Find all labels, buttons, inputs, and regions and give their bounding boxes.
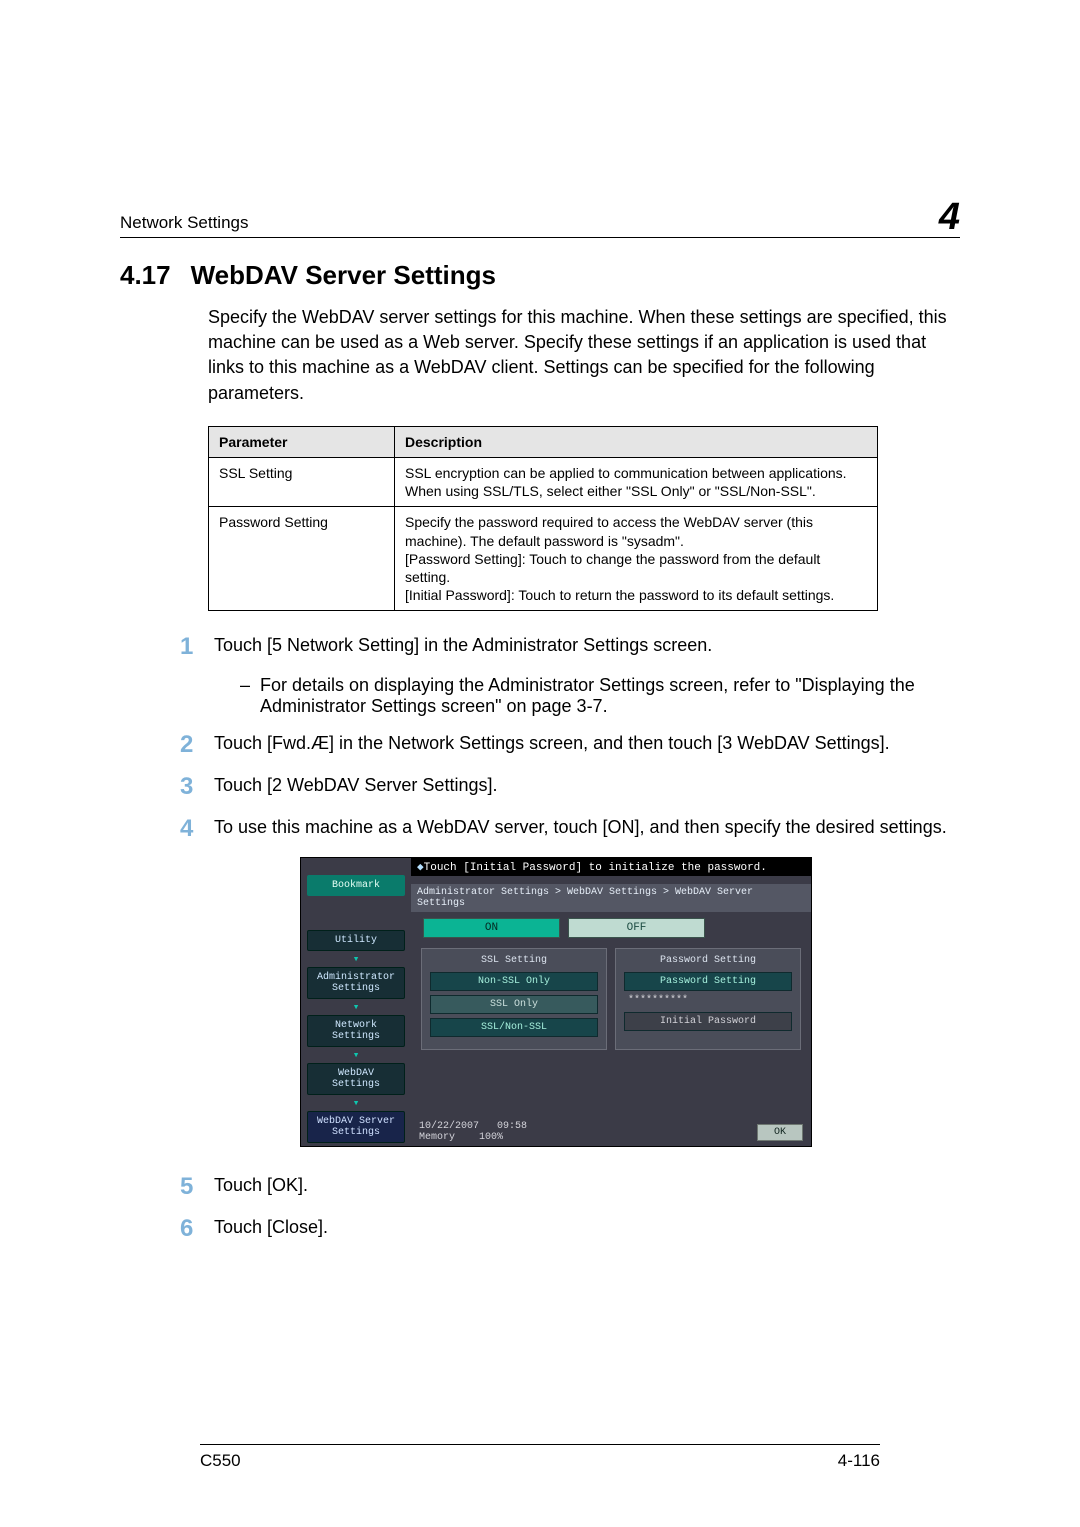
table-row: Password Setting Specify the password re… bbox=[209, 507, 878, 611]
ok-button[interactable]: OK bbox=[757, 1124, 803, 1141]
panel-sidebar: Bookmark Utility ▾ Administrator Setting… bbox=[301, 858, 411, 1146]
footer-page-number: 4-116 bbox=[838, 1451, 880, 1471]
step-text: Touch [Fwd.Æ] in the Network Settings sc… bbox=[214, 731, 890, 756]
initial-password-button[interactable]: Initial Password bbox=[624, 1012, 792, 1031]
step-number: 5 bbox=[180, 1173, 214, 1201]
on-button[interactable]: ON bbox=[423, 918, 560, 938]
step-3: 3 Touch [2 WebDAV Server Settings]. bbox=[180, 773, 960, 801]
running-header: Network Settings 4 bbox=[120, 190, 960, 238]
step-text: Touch [2 WebDAV Server Settings]. bbox=[214, 773, 497, 798]
ssl-group-title: SSL Setting bbox=[430, 955, 598, 966]
section-title: WebDAV Server Settings bbox=[191, 260, 496, 291]
sidebar-item-administrator-settings[interactable]: Administrator Settings bbox=[307, 967, 405, 999]
chevron-down-icon: ▾ bbox=[301, 1096, 411, 1110]
footer-model: C550 bbox=[200, 1451, 241, 1471]
step-text: Touch [5 Network Setting] in the Adminis… bbox=[214, 633, 712, 658]
param-description: SSL encryption can be applied to communi… bbox=[395, 457, 878, 506]
page-footer: C550 4-116 bbox=[200, 1444, 880, 1471]
sidebar-item-webdav-server-settings[interactable]: WebDAV Server Settings bbox=[307, 1111, 405, 1143]
password-masked-value: ********** bbox=[628, 995, 792, 1006]
ssl-option-non-ssl-only[interactable]: Non-SSL Only bbox=[430, 972, 598, 991]
step-number: 4 bbox=[180, 815, 214, 843]
parameter-table: Parameter Description SSL Setting SSL en… bbox=[208, 426, 878, 612]
off-button[interactable]: OFF bbox=[568, 918, 705, 938]
substep-text: For details on displaying the Administra… bbox=[260, 675, 960, 717]
step-text: To use this machine as a WebDAV server, … bbox=[214, 815, 947, 840]
password-setting-group: Password Setting Password Setting ******… bbox=[615, 948, 801, 1050]
chevron-down-icon: ▾ bbox=[301, 952, 411, 966]
intro-paragraph: Specify the WebDAV server settings for t… bbox=[208, 305, 960, 406]
control-panel: Bookmark Utility ▾ Administrator Setting… bbox=[300, 857, 812, 1147]
sidebar-item-webdav-settings[interactable]: WebDAV Settings bbox=[307, 1063, 405, 1095]
password-group-title: Password Setting bbox=[624, 955, 792, 966]
chevron-down-icon: ▾ bbox=[301, 1000, 411, 1014]
step-6: 6 Touch [Close]. bbox=[180, 1215, 960, 1243]
step-4: 4 To use this machine as a WebDAV server… bbox=[180, 815, 960, 843]
step-text: Touch [OK]. bbox=[214, 1173, 308, 1198]
header-section-name: Network Settings bbox=[120, 213, 249, 233]
step-2: 2 Touch [Fwd.Æ] in the Network Settings … bbox=[180, 731, 960, 759]
dash-icon: – bbox=[240, 675, 260, 696]
panel-hint-text: Touch [Initial Password] to initialize t… bbox=[424, 862, 767, 874]
step-1-substep: – For details on displaying the Administ… bbox=[240, 675, 960, 717]
panel-date: 10/22/2007 bbox=[419, 1121, 479, 1132]
header-chapter-number: 4 bbox=[939, 196, 960, 239]
panel-time: 09:58 bbox=[497, 1121, 527, 1132]
password-setting-button[interactable]: Password Setting bbox=[624, 972, 792, 991]
param-name: Password Setting bbox=[209, 507, 395, 611]
panel-breadcrumb: Administrator Settings > WebDAV Settings… bbox=[411, 884, 811, 912]
panel-main: ◆Touch [Initial Password] to initialize … bbox=[411, 858, 811, 1146]
step-text: Touch [Close]. bbox=[214, 1215, 328, 1240]
step-number: 6 bbox=[180, 1215, 214, 1243]
sidebar-item-network-settings[interactable]: Network Settings bbox=[307, 1015, 405, 1047]
table-header-parameter: Parameter bbox=[209, 426, 395, 457]
embedded-panel-figure: Bookmark Utility ▾ Administrator Setting… bbox=[300, 857, 960, 1147]
table-header-description: Description bbox=[395, 426, 878, 457]
param-description: Specify the password required to access … bbox=[395, 507, 878, 611]
chevron-down-icon: ▾ bbox=[301, 1048, 411, 1062]
ssl-option-ssl-non-ssl[interactable]: SSL/Non-SSL bbox=[430, 1018, 598, 1037]
sidebar-item-bookmark[interactable]: Bookmark bbox=[307, 875, 405, 896]
section-number: 4.17 bbox=[120, 260, 171, 291]
panel-memory-label: Memory bbox=[419, 1132, 455, 1143]
ssl-setting-group: SSL Setting Non-SSL Only SSL Only SSL/No… bbox=[421, 948, 607, 1050]
panel-footer: 10/22/2007 09:58 Memory 100% OK bbox=[411, 1118, 811, 1146]
panel-memory-value: 100% bbox=[479, 1132, 503, 1143]
diamond-icon: ◆ bbox=[417, 862, 424, 874]
on-off-toggle: ON OFF bbox=[411, 912, 811, 944]
table-row: SSL Setting SSL encryption can be applie… bbox=[209, 457, 878, 506]
panel-footer-status: 10/22/2007 09:58 Memory 100% bbox=[419, 1121, 527, 1143]
sidebar-item-utility[interactable]: Utility bbox=[307, 930, 405, 951]
step-number: 3 bbox=[180, 773, 214, 801]
section-heading: 4.17 WebDAV Server Settings bbox=[120, 260, 960, 291]
panel-hint-bar: ◆Touch [Initial Password] to initialize … bbox=[411, 858, 811, 876]
param-name: SSL Setting bbox=[209, 457, 395, 506]
ssl-option-ssl-only[interactable]: SSL Only bbox=[430, 995, 598, 1014]
step-number: 2 bbox=[180, 731, 214, 759]
step-number: 1 bbox=[180, 633, 214, 661]
step-5: 5 Touch [OK]. bbox=[180, 1173, 960, 1201]
step-1: 1 Touch [5 Network Setting] in the Admin… bbox=[180, 633, 960, 661]
